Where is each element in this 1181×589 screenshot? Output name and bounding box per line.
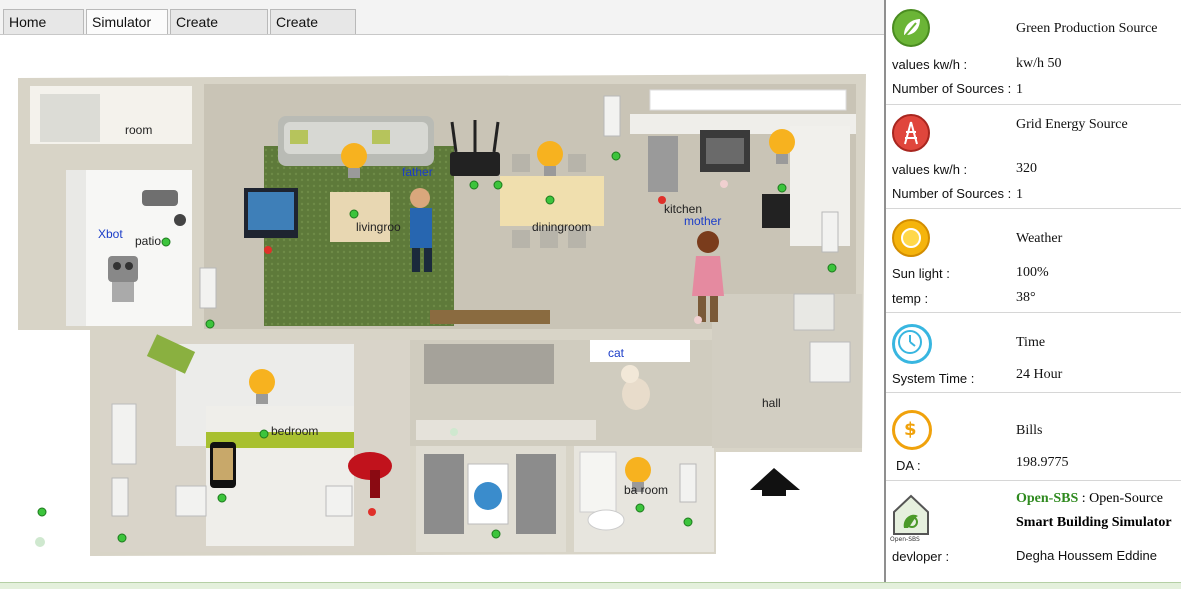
weather-title: Weather — [1016, 231, 1063, 246]
bills-da-label: DA : — [896, 458, 921, 473]
about-desc-1: Open-Source — [1089, 491, 1164, 506]
agent-xbot[interactable]: Xbot — [98, 227, 123, 241]
developer-label: devloper : — [892, 549, 950, 564]
time-section: Time System Time : 24 Hour — [886, 312, 1181, 393]
grid-values: 320 — [1016, 161, 1037, 176]
tab-home-maps[interactable]: Home Maps — [3, 9, 84, 55]
about-separator: : — [1078, 491, 1090, 506]
sunlight-value: 100% — [1016, 265, 1049, 280]
room-label-room: room — [125, 123, 153, 137]
system-time-value: 24 Hour — [1016, 367, 1063, 382]
green-production-section: Green Production Source values kw/h : kw… — [886, 0, 1181, 105]
green-values: kw/h 50 — [1016, 56, 1062, 71]
grid-sources-label: Number of Sources : — [892, 186, 1012, 201]
green-values-label: values kw/h : — [892, 57, 968, 72]
system-time-label: System Time : — [892, 371, 975, 386]
temp-label: temp : — [892, 291, 929, 306]
developer-name: Degha Houssem Eddine — [1016, 548, 1157, 563]
info-panel: Green Production Source values kw/h : kw… — [884, 0, 1181, 582]
tab-simulator[interactable]: Simulator ✕ — [86, 9, 168, 55]
about-section: Open-SBS Open-SBS : Open-Source Smart Bu… — [886, 480, 1181, 580]
open-sbs-logo: Open-SBS — [890, 490, 932, 543]
green-sources: 1 — [1016, 82, 1023, 97]
bills-section: $ Bills DA : 198.9775 — [886, 392, 1181, 481]
room-label-patio: patio — [135, 234, 162, 248]
sun-icon — [892, 219, 930, 257]
bills-da-value: 198.9775 — [1016, 455, 1069, 470]
floor-plan: room patio livingroo diningroom kitchen … — [0, 34, 884, 582]
logo-caption: Open-SBS — [890, 536, 920, 543]
time-title: Time — [1016, 335, 1046, 350]
about-desc-2: Smart Building Simulator — [1016, 515, 1172, 530]
room-label-bathroom: ba room — [624, 483, 669, 497]
room-label-bedroom: bedroom — [271, 424, 319, 438]
agent-cat[interactable]: cat — [608, 346, 624, 360]
grid-energy-title: Grid Energy Source — [1016, 117, 1128, 132]
grid-values-label: values kw/h : — [892, 162, 968, 177]
tab-create-things[interactable]: Create things — [270, 9, 356, 55]
tab-bar: Home Maps Simulator ✕ Create Scenario Cr… — [0, 0, 884, 55]
grid-energy-section: Grid Energy Source values kw/h : 320 Num… — [886, 104, 1181, 209]
temp-value: 38° — [1016, 290, 1036, 305]
room-label-diningroom: diningroom — [532, 220, 592, 234]
room-label-hall: hall — [762, 396, 781, 410]
floor-plan-drawing — [18, 74, 866, 556]
agent-father[interactable]: father — [402, 165, 433, 179]
tab-create-scenario[interactable]: Create Scenario — [170, 9, 268, 55]
dollar-coin-icon: $ — [892, 410, 932, 450]
power-tower-icon — [892, 114, 930, 152]
leaf-icon — [892, 9, 930, 47]
green-production-title: Green Production Source — [1016, 21, 1158, 36]
bills-title: Bills — [1016, 423, 1043, 438]
green-sources-label: Number of Sources : — [892, 81, 1012, 96]
grid-sources: 1 — [1016, 187, 1023, 202]
clock-icon — [892, 324, 932, 364]
agent-mother[interactable]: mother — [684, 214, 721, 228]
room-label-livingroom: livingroo — [356, 220, 401, 234]
app-name: Open-SBS — [1016, 491, 1079, 506]
sunlight-label: Sun light : — [892, 266, 950, 281]
about-line-1: Open-SBS : Open-Source — [1016, 491, 1163, 507]
svg-text:$: $ — [904, 419, 917, 440]
weather-section: Weather Sun light : 100% temp : 38° — [886, 208, 1181, 313]
